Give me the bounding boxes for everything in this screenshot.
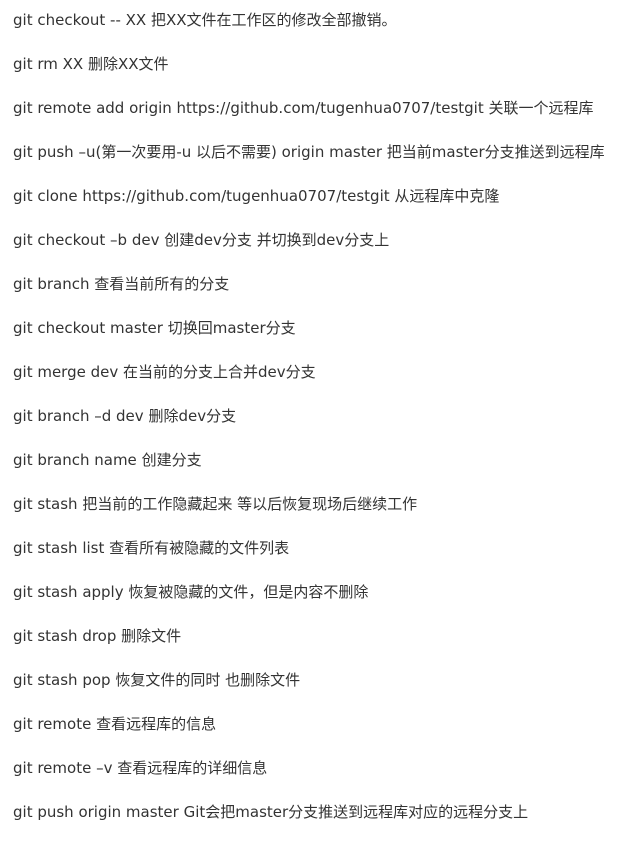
list-item: git push –u(第一次要用-u 以后不需要) origin master… xyxy=(13,140,633,184)
command-text: git remote add origin https://github.com… xyxy=(13,99,484,117)
command-description: 把当前master分支推送到远程库 xyxy=(386,143,605,161)
command-text: git branch xyxy=(13,275,90,293)
list-item: git checkout -- XX 把XX文件在工作区的修改全部撤销。 xyxy=(13,8,633,52)
list-item: git stash list 查看所有被隐藏的文件列表 xyxy=(13,536,633,580)
command-text: git remote xyxy=(13,715,92,733)
command-description: 删除文件 xyxy=(121,627,182,645)
list-item: git remote add origin https://github.com… xyxy=(13,96,633,140)
list-item: git merge dev 在当前的分支上合并dev分支 xyxy=(13,360,633,404)
command-description: Git会把master分支推送到远程库对应的远程分支上 xyxy=(183,803,529,821)
command-description: 查看当前所有的分支 xyxy=(94,275,230,293)
command-description: 关联一个远程库 xyxy=(488,99,594,117)
list-item: git rm XX 删除XX文件 xyxy=(13,52,633,96)
command-text: git checkout -- XX xyxy=(13,11,147,29)
list-item: git stash pop 恢复文件的同时 也删除文件 xyxy=(13,668,633,712)
list-item: git stash drop 删除文件 xyxy=(13,624,633,668)
command-description: 删除dev分支 xyxy=(148,407,237,425)
command-text: git push –u(第一次要用-u 以后不需要) origin master xyxy=(13,143,382,161)
command-text: git checkout –b dev xyxy=(13,231,160,249)
command-description: 把XX文件在工作区的修改全部撤销。 xyxy=(150,11,397,29)
command-description: 创建分支 xyxy=(141,451,202,469)
command-description: 恢复文件的同时 也删除文件 xyxy=(115,671,301,689)
command-description: 把当前的工作隐藏起来 等以后恢复现场后继续工作 xyxy=(82,495,418,513)
command-text: git merge dev xyxy=(13,363,119,381)
command-description: 查看远程库的详细信息 xyxy=(117,759,268,777)
command-text: git stash pop xyxy=(13,671,111,689)
command-description: 切换回master分支 xyxy=(167,319,296,337)
command-text: git rm XX xyxy=(13,55,84,73)
command-description: 查看远程库的信息 xyxy=(96,715,217,733)
command-description: 恢复被隐藏的文件，但是内容不删除 xyxy=(128,583,369,601)
list-item: git clone https://github.com/tugenhua070… xyxy=(13,184,633,228)
command-description: 删除XX文件 xyxy=(87,55,169,73)
command-text: git push origin master xyxy=(13,803,179,821)
git-command-list: git checkout -- XX 把XX文件在工作区的修改全部撤销。 git… xyxy=(13,8,633,844)
list-item: git checkout –b dev 创建dev分支 并切换到dev分支上 xyxy=(13,228,633,272)
command-text: git stash xyxy=(13,495,78,513)
list-item: git checkout master 切换回master分支 xyxy=(13,316,633,360)
command-text: git stash drop xyxy=(13,627,117,645)
command-text: git clone https://github.com/tugenhua070… xyxy=(13,187,390,205)
list-item: git remote 查看远程库的信息 xyxy=(13,712,633,756)
command-description: 从远程库中克隆 xyxy=(394,187,500,205)
command-text: git checkout master xyxy=(13,319,163,337)
command-text: git stash list xyxy=(13,539,105,557)
list-item: git stash 把当前的工作隐藏起来 等以后恢复现场后继续工作 xyxy=(13,492,633,536)
list-item: git push origin master Git会把master分支推送到远… xyxy=(13,800,633,844)
command-text: git branch name xyxy=(13,451,137,469)
list-item: git branch 查看当前所有的分支 xyxy=(13,272,633,316)
list-item: git remote –v 查看远程库的详细信息 xyxy=(13,756,633,800)
command-text: git stash apply xyxy=(13,583,124,601)
list-item: git stash apply 恢复被隐藏的文件，但是内容不删除 xyxy=(13,580,633,624)
command-description: 查看所有被隐藏的文件列表 xyxy=(109,539,290,557)
list-item: git branch name 创建分支 xyxy=(13,448,633,492)
command-text: git branch –d dev xyxy=(13,407,144,425)
command-description: 创建dev分支 并切换到dev分支上 xyxy=(164,231,390,249)
command-description: 在当前的分支上合并dev分支 xyxy=(123,363,316,381)
command-text: git remote –v xyxy=(13,759,113,777)
list-item: git branch –d dev 删除dev分支 xyxy=(13,404,633,448)
